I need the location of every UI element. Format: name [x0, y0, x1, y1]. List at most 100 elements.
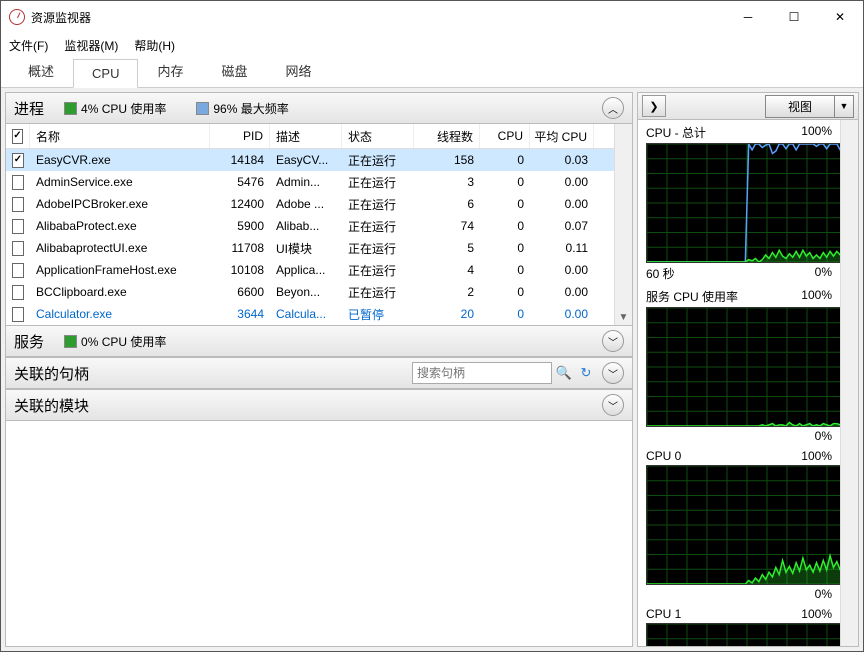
collapse-modules-button[interactable]: ﹀: [602, 394, 624, 416]
tab-memory[interactable]: 内存: [138, 54, 202, 87]
col-cpu[interactable]: CPU: [480, 124, 530, 148]
menu-file[interactable]: 文件(F): [9, 37, 48, 54]
table-row[interactable]: AdminService.exe5476Admin...正在运行300.00: [6, 171, 614, 193]
cell-desc: Applica...: [270, 263, 342, 277]
col-checkbox[interactable]: [6, 124, 30, 148]
cell-name: Calculator.exe: [30, 307, 210, 321]
cell-name: AdobeIPCBroker.exe: [30, 197, 210, 211]
services-header[interactable]: 服务 0% CPU 使用率 ﹀: [6, 325, 632, 357]
table-row[interactable]: AlibabaprotectUI.exe11708UI模块正在运行500.11: [6, 237, 614, 259]
view-dropdown[interactable]: 视图 ▼: [765, 95, 854, 118]
cell-threads: 74: [414, 219, 480, 233]
cell-cpu: 0: [480, 153, 530, 167]
row-checkbox[interactable]: [12, 175, 24, 190]
cell-pid: 5476: [210, 175, 270, 189]
row-checkbox[interactable]: [12, 219, 24, 234]
right-pane: ❯ 视图 ▼ CPU - 总计100%60 秒0%服务 CPU 使用率100%0…: [637, 92, 859, 647]
cell-threads: 3: [414, 175, 480, 189]
chart-svg: [647, 624, 840, 646]
header-checkbox[interactable]: [12, 129, 23, 144]
handles-header[interactable]: 关联的句柄 🔍 ↻ ﹀: [6, 357, 632, 389]
view-label: 视图: [765, 95, 835, 118]
cell-avg: 0.11: [530, 241, 594, 255]
search-icon[interactable]: 🔍: [554, 363, 574, 383]
table-row[interactable]: AdobeIPCBroker.exe12400Adobe ...正在运行600.…: [6, 193, 614, 215]
col-name[interactable]: 名称: [30, 124, 210, 148]
row-checkbox[interactable]: [12, 285, 24, 300]
cell-pid: 12400: [210, 197, 270, 211]
chart-canvas: [646, 623, 840, 646]
table-row[interactable]: ApplicationFrameHost.exe10108Applica...正…: [6, 259, 614, 281]
close-button[interactable]: ✕: [817, 1, 863, 33]
cell-state: 正在运行: [342, 240, 414, 257]
titlebar: 资源监视器 ─ ☐ ✕: [1, 1, 863, 33]
col-state[interactable]: 状态: [342, 124, 414, 148]
col-avgcpu[interactable]: 平均 CPU: [530, 124, 594, 148]
table-row[interactable]: AlibabaProtect.exe5900Alibab...正在运行7400.…: [6, 215, 614, 237]
row-checkbox-cell: [6, 241, 30, 256]
empty-area: [6, 421, 632, 646]
minimize-button[interactable]: ─: [725, 1, 771, 33]
tab-disk[interactable]: 磁盘: [202, 54, 266, 87]
cell-desc: Admin...: [270, 175, 342, 189]
cell-avg: 0.03: [530, 153, 594, 167]
tabbar: 概述 CPU 内存 磁盘 网络: [1, 57, 863, 88]
cell-name: AlibabaProtect.exe: [30, 219, 210, 233]
maximize-button[interactable]: ☐: [771, 1, 817, 33]
col-desc[interactable]: 描述: [270, 124, 342, 148]
row-checkbox[interactable]: [12, 241, 24, 256]
row-checkbox-cell: [6, 153, 30, 168]
col-pid[interactable]: PID: [210, 124, 270, 148]
menu-monitor[interactable]: 监视器(M): [64, 37, 118, 54]
chart-ylabel: 0%: [815, 587, 832, 601]
table-row[interactable]: EasyCVR.exe14184EasyCV...正在运行15800.03: [6, 149, 614, 171]
row-checkbox[interactable]: [12, 153, 24, 168]
table-header: 名称 PID 描述 状态 线程数 CPU 平均 CPU: [6, 124, 614, 149]
cell-desc: EasyCV...: [270, 153, 342, 167]
cell-state: 正在运行: [342, 196, 414, 213]
row-checkbox[interactable]: [12, 307, 24, 322]
refresh-icon[interactable]: ↻: [576, 363, 596, 383]
nav-right-button[interactable]: ❯: [642, 95, 666, 117]
search-handles-input[interactable]: [412, 362, 552, 384]
table-scrollbar[interactable]: ▼: [614, 124, 632, 325]
processes-table: 名称 PID 描述 状态 线程数 CPU 平均 CPU EasyCVR.exe1…: [6, 124, 614, 325]
table-row[interactable]: BCClipboard.exe6600Beyon...正在运行200.00: [6, 281, 614, 303]
chart-max: 100%: [801, 607, 832, 621]
cell-state: 正在运行: [342, 174, 414, 191]
tab-network[interactable]: 网络: [267, 54, 331, 87]
window-controls: ─ ☐ ✕: [725, 1, 863, 33]
cell-desc: UI模块: [270, 240, 342, 257]
collapse-services-button[interactable]: ﹀: [602, 330, 624, 352]
row-checkbox-cell: [6, 263, 30, 278]
cell-pid: 10108: [210, 263, 270, 277]
col-threads[interactable]: 线程数: [414, 124, 480, 148]
menu-help[interactable]: 帮助(H): [134, 37, 175, 54]
handles-title: 关联的句柄: [14, 363, 89, 384]
services-title: 服务: [14, 331, 44, 352]
row-checkbox[interactable]: [12, 263, 24, 278]
tab-cpu[interactable]: CPU: [73, 59, 138, 88]
row-checkbox[interactable]: [12, 197, 24, 212]
cpu-usage-stat: 4% CPU 使用率: [64, 100, 166, 117]
row-checkbox-cell: [6, 197, 30, 212]
cell-cpu: 0: [480, 241, 530, 255]
table-row[interactable]: Calculator.exe3644Calcula...已暂停2000.00: [6, 303, 614, 325]
app-window: 资源监视器 ─ ☐ ✕ 文件(F) 监视器(M) 帮助(H) 概述 CPU 内存…: [0, 0, 864, 652]
processes-header[interactable]: 进程 4% CPU 使用率 96% 最大频率 ︿: [6, 93, 632, 124]
collapse-processes-button[interactable]: ︿: [602, 97, 624, 119]
chart-title: CPU 0: [646, 449, 681, 463]
chart-svg: [647, 466, 840, 584]
cell-threads: 5: [414, 241, 480, 255]
left-pane: 进程 4% CPU 使用率 96% 最大频率 ︿ 名称 PID 描述 状态 线程…: [5, 92, 633, 647]
modules-header[interactable]: 关联的模块 ﹀: [6, 389, 632, 421]
modules-title: 关联的模块: [14, 395, 89, 416]
cell-name: AdminService.exe: [30, 175, 210, 189]
green-square-icon: [64, 335, 77, 348]
charts-scrollbar[interactable]: [840, 120, 858, 646]
chart-canvas: [646, 143, 840, 263]
tab-overview[interactable]: 概述: [9, 54, 73, 87]
collapse-handles-button[interactable]: ﹀: [602, 362, 624, 384]
green-square-icon: [64, 102, 77, 115]
cell-threads: 4: [414, 263, 480, 277]
